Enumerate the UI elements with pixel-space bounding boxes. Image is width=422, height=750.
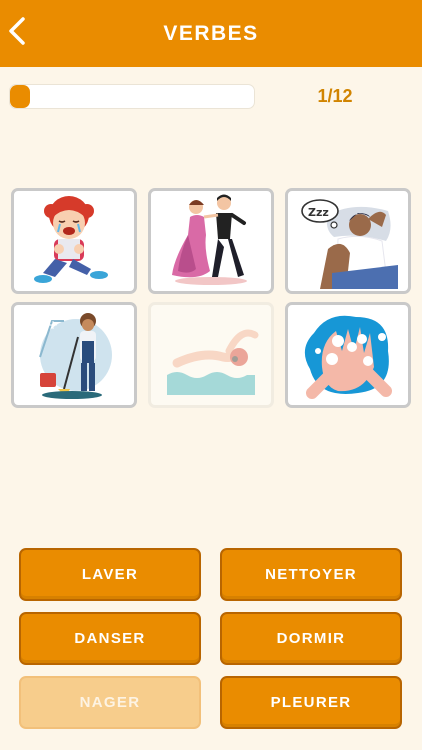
answer-button-nettoyer[interactable]: NETTOYER [220,548,402,601]
washing-hands-card[interactable] [285,302,411,408]
swimmer-card[interactable] [148,302,274,408]
chevron-left-icon [6,16,28,51]
header-bar: VERBES [0,0,422,67]
answer-button-nager[interactable]: NAGER [19,676,201,729]
dancing-couple-card[interactable] [148,188,274,294]
swimming-icon [163,315,259,395]
sleeping-icon: Zzz [298,193,398,289]
page-title: VERBES [163,21,259,45]
svg-text:+: + [48,318,58,332]
svg-text:Zzz: Zzz [308,206,329,219]
back-button[interactable] [4,16,30,50]
crying-child-card[interactable] [11,188,137,294]
sleeping-man-card[interactable]: Zzz [285,188,411,294]
answer-button-dormir[interactable]: DORMIR [220,612,402,665]
progress-fill [10,85,31,108]
answer-button-danser[interactable]: DANSER [19,612,201,665]
cleaning-person-card[interactable]: + [11,302,137,408]
dancing-icon [166,193,256,289]
progress-bar [9,84,255,109]
answer-button-pleurer[interactable]: PLEURER [220,676,402,729]
crying-icon [29,193,119,289]
cleaning-icon: + [26,307,122,403]
washing-hands-icon [298,307,398,403]
progress-counter: 1/12 [317,86,353,106]
answer-button-laver[interactable]: LAVER [19,548,201,601]
